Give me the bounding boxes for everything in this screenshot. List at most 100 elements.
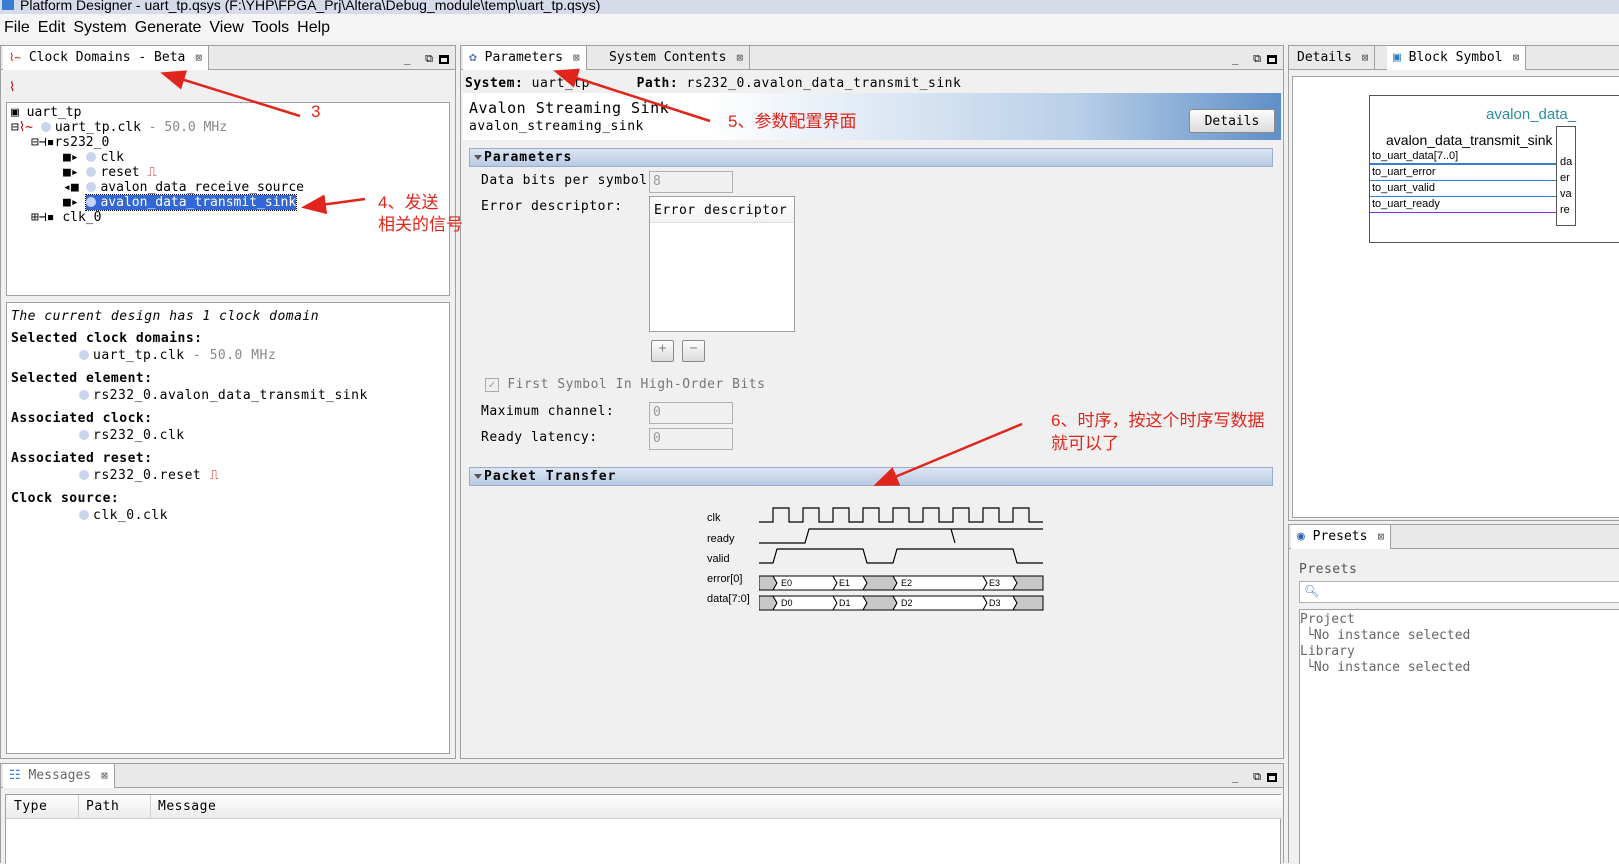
presets-project-item: └No instance selected xyxy=(1306,628,1471,643)
collapse-icon[interactable]: ⊟ xyxy=(11,120,19,135)
close-icon[interactable]: ⊠ xyxy=(1513,51,1520,64)
output-arrow-icon: ◂■ xyxy=(63,180,79,195)
component-block[interactable]: avalon_data_ avalon_data_transmit_sink t… xyxy=(1369,95,1619,243)
menu-view[interactable]: View xyxy=(205,19,247,37)
menu-edit[interactable]: Edit xyxy=(34,19,70,37)
port-dot-icon xyxy=(79,510,89,520)
section-packet-transfer[interactable]: Packet Transfer xyxy=(469,467,1273,486)
tree-other-clk[interactable]: ⊞⊣▪ clk_0 xyxy=(31,210,101,225)
expand-icon[interactable]: ⊞ xyxy=(31,210,39,225)
block-symbol-canvas: avalon_data_ avalon_data_transmit_sink t… xyxy=(1292,76,1619,518)
parameters-panel: ✿ Parameters ⊠ System Contents ⊠ _ ⧉ Syste… xyxy=(460,45,1284,759)
presets-search-input[interactable]: 🔍︎ xyxy=(1299,581,1619,603)
col-type[interactable]: Type xyxy=(14,799,47,814)
tree-item-transmit-sink[interactable]: ■▸ avalon_data_transmit_sink xyxy=(63,194,298,211)
presets-label: Presets xyxy=(1299,562,1358,577)
tree-root[interactable]: ▣ uart_tp xyxy=(11,105,81,120)
close-icon[interactable]: ⊠ xyxy=(101,769,108,782)
details-button[interactable]: Details xyxy=(1189,109,1275,133)
close-icon[interactable]: ⊠ xyxy=(1362,51,1369,64)
add-row-button[interactable]: + xyxy=(651,340,674,362)
clock-summary: The current design has 1 clock domain xyxy=(11,309,320,324)
ready-latency-field[interactable]: 0 xyxy=(649,428,733,450)
port-error[interactable]: to_uart_error xyxy=(1370,166,1556,181)
selected-element-label: Selected element: xyxy=(11,371,153,386)
tree-item-reset[interactable]: ■▸ reset ⎍ xyxy=(63,165,157,180)
tab-system-contents[interactable]: System Contents ⊠ xyxy=(603,46,751,70)
tab-block-symbol[interactable]: ▣ Block Symbol ⊠ xyxy=(1387,46,1527,70)
clock-domains-panel: ⌇~ Clock Domains - Beta ⊠ _ ⧉ ⌇ ▣ uart_tp… xyxy=(0,45,456,759)
right-ports: da er va re xyxy=(1560,156,1573,216)
collapse-icon[interactable]: ⊟ xyxy=(31,135,39,150)
first-symbol-checkbox[interactable]: ✓ xyxy=(485,378,499,392)
max-channel-label: Maximum channel: xyxy=(481,404,615,419)
menu-tools[interactable]: Tools xyxy=(248,19,293,37)
close-icon[interactable]: ⊠ xyxy=(195,51,202,64)
block-symbol-icon: ▣ xyxy=(1393,50,1401,65)
presets-library[interactable]: Library xyxy=(1300,644,1355,659)
remove-row-button[interactable]: − xyxy=(682,340,705,362)
reset-wave-icon: ⎍ xyxy=(209,468,220,483)
panel-window-controls[interactable]: _ ⧉ xyxy=(1232,52,1277,66)
tab-details[interactable]: Details ⊠ xyxy=(1291,46,1376,70)
port-dot-icon xyxy=(86,197,97,207)
module-icon: ⊣▪ xyxy=(38,135,55,150)
tree-item-receive-source[interactable]: ◂■ avalon_data_receive_source xyxy=(63,180,304,195)
tree-clock[interactable]: ⊟⌇~ uart_tp.clk - 50.0 MHz xyxy=(11,120,227,135)
col-message[interactable]: Message xyxy=(158,799,216,814)
presets-icon: ◉ xyxy=(1297,529,1305,544)
input-arrow-icon: ■▸ xyxy=(63,195,79,210)
module-icon: ⊣▪ xyxy=(38,210,55,225)
first-symbol-row[interactable]: ✓ First Symbol In High-Order Bits xyxy=(485,377,765,392)
tree-instance[interactable]: ⊟⊣▪rs232_0 xyxy=(31,135,109,150)
block-subtitle: avalon_data_transmit_sink xyxy=(1386,132,1553,148)
tab-clock-domains[interactable]: ⌇~ Clock Domains - Beta ⊠ xyxy=(3,46,209,70)
error-value-1: E1 xyxy=(839,578,850,588)
menu-file[interactable]: File xyxy=(0,19,34,37)
tab-messages[interactable]: ☷ Messages ⊠ xyxy=(3,764,115,788)
selected-domain: uart_tp.clk - 50.0 MHz xyxy=(79,348,276,363)
annotation-5: 5、参数配置界面 xyxy=(728,112,857,131)
port-dot-icon xyxy=(79,390,89,400)
panel-window-controls[interactable]: _ ⧉ xyxy=(1232,770,1277,784)
port-ready[interactable]: to_uart_ready xyxy=(1370,198,1556,213)
port-data[interactable]: to_uart_data[7..0] xyxy=(1370,150,1556,165)
menu-bar: File Edit System Generate View Tools Hel… xyxy=(0,14,1619,41)
port-valid[interactable]: to_uart_valid xyxy=(1370,182,1556,197)
menu-help[interactable]: Help xyxy=(293,19,334,37)
tab-presets[interactable]: ◉ Presets ⊠ xyxy=(1291,525,1392,549)
block-symbol-panel: Details ⊠ ▣ Block Symbol ⊠ avalon_data_ av… xyxy=(1288,45,1619,521)
messages-table: Type Path Message xyxy=(5,794,1282,864)
menu-generate[interactable]: Generate xyxy=(131,19,206,37)
panel-window-controls[interactable]: _ ⧉ xyxy=(404,52,449,66)
presets-project[interactable]: Project xyxy=(1300,612,1355,627)
annotation-6-line2: 就可以了 xyxy=(1051,434,1119,453)
section-parameters[interactable]: Parameters xyxy=(469,148,1273,167)
max-channel-field[interactable]: 0 xyxy=(649,402,733,424)
col-path[interactable]: Path xyxy=(86,799,119,814)
system-icon: ▣ xyxy=(11,105,19,120)
messages-header: Type Path Message xyxy=(6,795,1282,819)
details-tabstrip: Details ⊠ ▣ Block Symbol ⊠ xyxy=(1289,46,1619,70)
filter-clock-icon[interactable]: ⌇ xyxy=(9,80,15,95)
menu-system[interactable]: System xyxy=(69,19,130,37)
assoc-reset-label: Associated reset: xyxy=(11,451,153,466)
waveform-svg: E0 E1 E2 E3 D0 D1 D2 D3 xyxy=(759,507,1044,611)
selected-element: rs232_0.avalon_data_transmit_sink xyxy=(79,388,368,403)
close-icon[interactable]: ⊠ xyxy=(573,51,580,64)
close-icon[interactable]: ⊠ xyxy=(1377,530,1384,543)
annotation-6-line1: 6、时序，按这个时序写数据 xyxy=(1051,411,1265,430)
tab-parameters[interactable]: ✿ Parameters ⊠ xyxy=(463,46,587,70)
signal-valid: valid xyxy=(707,553,730,565)
data-bits-field[interactable]: 8 xyxy=(649,171,733,193)
error-desc-table[interactable]: Error descriptor xyxy=(649,196,795,332)
assoc-reset: rs232_0.reset ⎍ xyxy=(79,468,219,483)
messages-tabstrip: ☷ Messages ⊠ _ ⧉ xyxy=(1,764,1283,788)
search-icon: 🔍︎ xyxy=(1304,584,1320,598)
tree-item-clk[interactable]: ■▸ clk xyxy=(63,150,124,165)
error-desc-header[interactable]: Error descriptor xyxy=(650,197,794,223)
close-icon[interactable]: ⊠ xyxy=(736,51,743,64)
signal-data: data[7:0] xyxy=(707,593,750,605)
error-value-2: E2 xyxy=(901,578,912,588)
port-dot-icon xyxy=(79,350,89,360)
